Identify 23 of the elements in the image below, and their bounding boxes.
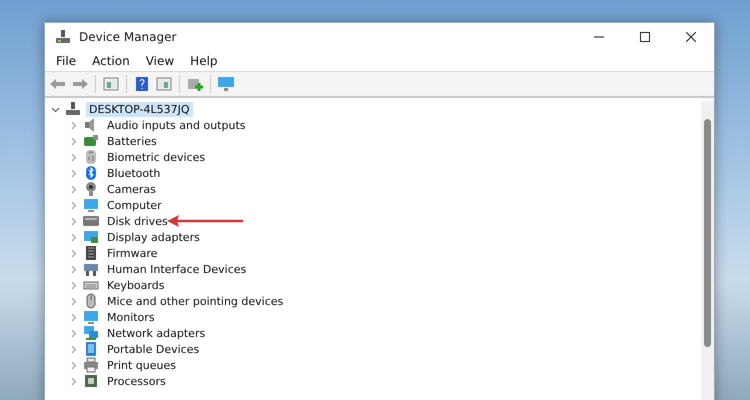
tree-item[interactable]: Human Interface Devices [104,262,250,276]
tree-item[interactable]: Disk drives [104,214,171,228]
tree-item[interactable]: DESKTOP-4L537JQ [86,102,193,116]
tree-item[interactable]: Display adapters [104,230,203,244]
tree-item[interactable]: Network adapters [104,326,208,340]
window-title: Device Manager [79,30,178,44]
tree-item[interactable]: Processors [104,374,169,388]
tree-item[interactable]: Biometric devices [104,150,208,164]
menu-item[interactable]: File [49,54,84,68]
tree-item[interactable]: Batteries [104,134,160,148]
tree-item[interactable]: Computer [104,198,165,212]
tree-item[interactable]: Monitors [104,310,158,324]
menu-item[interactable]: Action [85,54,137,68]
tree-item[interactable]: Firmware [104,246,160,260]
tree-item[interactable]: Print queues [104,358,179,372]
tree-item[interactable]: Portable Devices [104,342,202,356]
tree-item[interactable]: Bluetooth [104,166,164,180]
tree-item[interactable]: Cameras [104,182,159,196]
tree-item[interactable]: Audio inputs and outputs [104,118,248,132]
menu-item[interactable]: View [138,54,182,68]
tree-item[interactable]: Keyboards [104,278,168,292]
tree-item[interactable]: Mice and other pointing devices [104,294,286,308]
menu-item[interactable]: Help [183,54,225,68]
